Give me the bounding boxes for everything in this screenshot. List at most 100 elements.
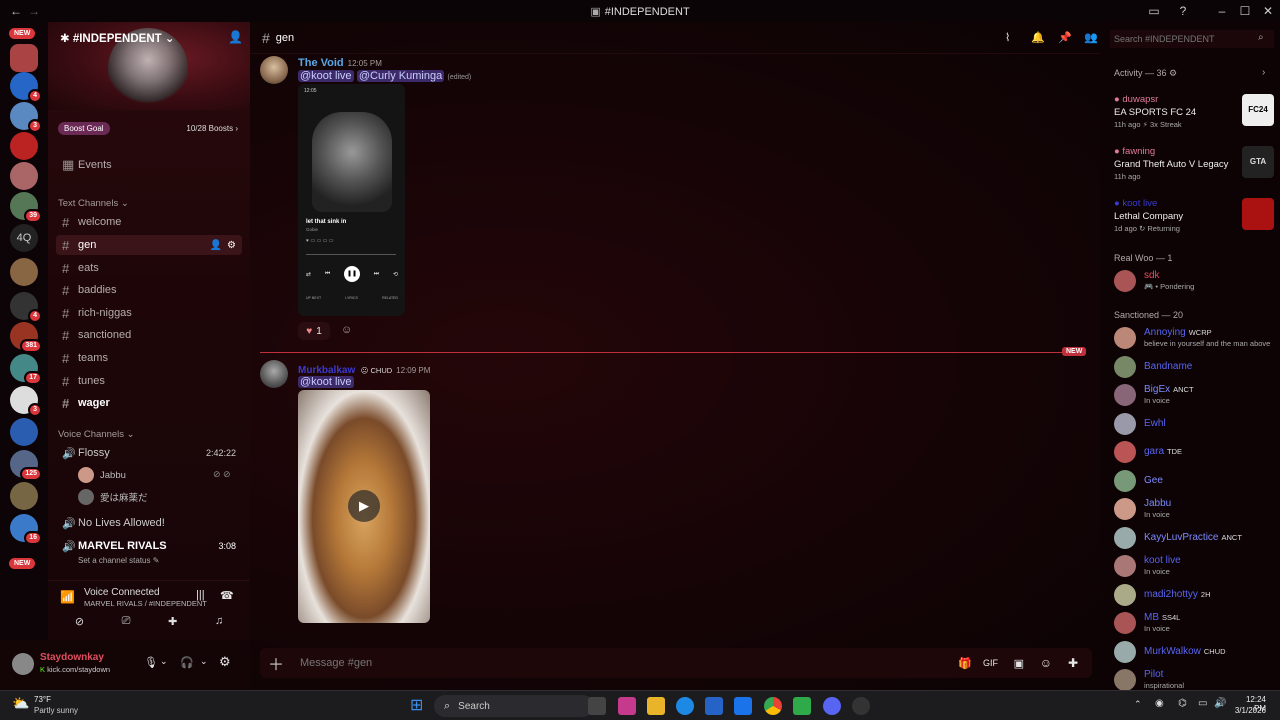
member-item[interactable]: Jabbu In voice [1114,496,1274,522]
voice-user[interactable]: 愛は麻薬だ [78,489,148,505]
boost-goal[interactable]: Boost Goal 10/28 Boosts › [58,122,238,136]
server-icon[interactable]: 16 [10,514,42,545]
member-item[interactable]: sdk 🎮 • Pondering [1114,268,1274,294]
app-icon[interactable] [618,697,636,715]
server-icon[interactable]: 4 [10,72,42,103]
headphones-icon[interactable]: 🎧 [180,656,194,669]
minimize-icon[interactable]: – [1214,3,1230,19]
help-icon[interactable]: ? [1175,3,1191,19]
server-icon[interactable] [10,162,38,190]
app-icon[interactable] [852,697,870,715]
voice-channel-nolives[interactable]: 🔊 No Lives Allowed! [56,513,242,533]
edge-icon[interactable] [676,697,694,715]
add-member-icon[interactable]: 👤 [210,240,222,251]
events-item[interactable]: ▦ Events [56,155,242,175]
user-mention[interactable]: @koot live [298,70,354,82]
channel-teams[interactable]: # teams [56,348,242,368]
channel-tunes[interactable]: # tunes [56,371,242,391]
bell-icon[interactable]: 🔔 [1031,31,1045,44]
gif-icon[interactable]: GIF [983,658,998,668]
emoji-icon[interactable]: ☺ [1040,656,1052,670]
channel-wager[interactable]: # wager [56,393,242,413]
activity-card[interactable]: ● duwapsr EA SPORTS FC 24 11h ago ⚡ 3x S… [1114,94,1274,138]
activity-card[interactable]: ● koot live Lethal Company 1d ago ↻ Retu… [1114,198,1274,242]
voice-user[interactable]: Jabbu [78,467,126,483]
camera-off-icon[interactable]: ⊘ [75,615,84,635]
windows-start-icon[interactable]: ⊞ [410,697,428,715]
message-input[interactable] [300,657,901,669]
user-mention[interactable]: @Curly Kuminga [356,70,445,82]
microphone-icon[interactable]: 🎙 [144,656,158,669]
soundboard-icon[interactable]: ♫ [215,615,223,635]
maximize-icon[interactable]: ☐ [1237,3,1253,19]
tray-chevron-icon[interactable]: ⌃ [1134,699,1142,710]
apps-icon[interactable]: ✚ [1068,656,1078,670]
file-explorer-icon[interactable] [647,697,665,715]
task-view-icon[interactable] [588,697,606,715]
member-item[interactable]: koot live In voice [1114,553,1274,579]
channel-rich-niggas[interactable]: # rich-niggas [56,303,242,323]
member-item[interactable]: Gee [1114,468,1274,494]
battery-icon[interactable]: ▭ [1198,698,1207,709]
member-item[interactable]: Bandname [1114,354,1274,380]
inbox-icon[interactable]: ▭ [1146,3,1162,19]
username[interactable]: Staydownkay [40,652,104,663]
channel-baddies[interactable]: # baddies [56,280,242,300]
voice-channels-category[interactable]: Voice Channels ⌄ [58,429,135,440]
server-icon[interactable] [10,418,38,446]
discord-icon[interactable] [823,697,841,715]
server-icon[interactable]: 381 [10,322,42,353]
disconnect-icon[interactable]: ☎ [220,589,234,602]
chevron-down-icon[interactable]: ⌄ [160,656,168,667]
app-icon[interactable] [793,697,811,715]
server-icon[interactable] [10,132,38,160]
server-icon[interactable]: 39 [10,192,42,223]
video-attachment[interactable]: ▶ [298,390,430,623]
activity-card[interactable]: ● fawning Grand Theft Auto V Legacy 11h … [1114,146,1274,190]
store-icon[interactable] [705,697,723,715]
server-icon[interactable] [10,482,38,510]
activities-icon[interactable]: ✚ [168,615,177,635]
reaction-heart[interactable]: ♥ 1 [298,322,330,340]
channel-sanctioned[interactable]: # sanctioned [56,325,242,345]
invite-icon[interactable]: 👤 [228,30,243,44]
user-mention[interactable]: @koot live [298,376,354,388]
member-item[interactable]: Annoying WCRP believe in yourself and the … [1114,325,1274,351]
chevron-down-icon[interactable]: ⌄ [200,656,208,667]
server-icon[interactable]: 125 [10,450,42,481]
tray-app-icon[interactable]: ◉ [1155,698,1164,709]
member-item[interactable]: BigEx ANCT In voice [1114,382,1274,408]
avatar[interactable] [12,653,34,675]
weather-widget[interactable]: ⛅ [12,695,32,715]
chrome-icon[interactable] [764,697,782,715]
pin-icon[interactable]: 📌 [1058,31,1072,44]
member-item[interactable]: madi2hottyy 2H [1114,582,1274,608]
channel-gen[interactable]: # gen ⚙ 👤 [56,235,242,255]
server-icon[interactable]: 4 [10,292,42,323]
member-item[interactable]: KayyLuvPractice ANCT [1114,525,1274,551]
channel-status[interactable]: Set a channel status ✎ [78,556,159,565]
gift-icon[interactable]: 🎁 [958,657,972,670]
member-item[interactable]: MB SS4L In voice [1114,610,1274,636]
network-icon[interactable]: ⌬ [1178,698,1187,709]
add-reaction-icon[interactable]: ☺ [341,324,352,336]
member-item[interactable]: gara TDE [1114,439,1274,465]
avatar[interactable] [260,360,288,388]
channel-eats[interactable]: # eats [56,258,242,278]
channel-welcome[interactable]: # welcome [56,212,242,232]
noise-suppression-icon[interactable]: ||| [196,589,205,601]
member-list-icon[interactable]: 👥 [1084,31,1098,44]
user-settings-icon[interactable]: ⚙ [219,654,231,670]
server-icon[interactable]: 3 [10,386,42,417]
text-channels-category[interactable]: Text Channels ⌄ [58,198,129,209]
sticker-icon[interactable]: ▣ [1014,657,1024,670]
volume-icon[interactable]: 🔊 [1214,698,1226,709]
voice-channel-flossy[interactable]: 🔊 Flossy 2:42:22 [56,443,242,463]
voice-location[interactable]: MARVEL RIVALS / #INDEPENDENT [84,599,207,608]
play-icon[interactable]: ▶ [348,490,380,522]
server-icon[interactable]: 3 [10,102,42,133]
threads-icon[interactable]: ⌇ [1005,31,1010,44]
server-icon[interactable] [10,44,38,72]
server-icon[interactable] [10,258,38,286]
chevron-right-icon[interactable]: › [1262,67,1265,78]
